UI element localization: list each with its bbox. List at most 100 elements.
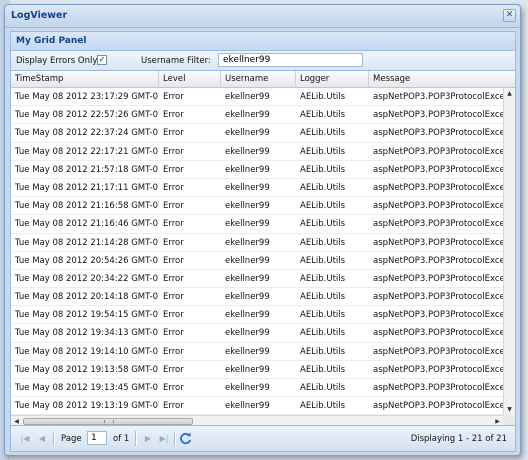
cell-username: ekellner99 bbox=[225, 383, 270, 393]
cell-level: Error bbox=[163, 128, 184, 139]
column-header-username[interactable]: Username bbox=[221, 71, 296, 87]
cell-username: ekellner99 bbox=[225, 310, 270, 321]
table-row[interactable]: Tue May 08 2012 19:14:10 GMT-07... Error e… bbox=[11, 343, 503, 361]
errors-only-checkbox[interactable]: ✓ bbox=[97, 55, 107, 65]
cell-timestamp: Tue May 08 2012 23:17:29 GMT-07... bbox=[15, 92, 159, 102]
close-icon[interactable]: ✕ bbox=[503, 9, 516, 22]
cell-username: ekellner99 bbox=[225, 128, 270, 139]
table-row[interactable]: Tue May 08 2012 21:57:18 GMT-07... Error e… bbox=[11, 161, 503, 179]
cell-logger: AELib.Utils bbox=[300, 146, 346, 157]
scroll-down-icon[interactable]: ▼ bbox=[504, 404, 515, 415]
cell-message: aspNetPOP3.POP3ProtocolExceptio bbox=[373, 364, 503, 375]
cell-timestamp: Tue May 08 2012 22:57:26 GMT-07... bbox=[15, 110, 159, 121]
vertical-scrollbar[interactable]: ▲ ▼ bbox=[503, 88, 515, 415]
pager-separator bbox=[135, 431, 137, 446]
cell-message: aspNetPOP3.POP3ProtocolExceptio bbox=[373, 219, 503, 230]
cell-level: Error bbox=[163, 401, 184, 412]
cell-timestamp: Tue May 08 2012 19:34:13 GMT-07... bbox=[15, 328, 159, 339]
cell-level: Error bbox=[163, 146, 184, 157]
prev-page-icon[interactable]: ◀ bbox=[36, 433, 48, 444]
logviewer-window: LogViewer ✕ My Grid Panel Display Errors… bbox=[4, 4, 521, 456]
cell-username: ekellner99 bbox=[225, 346, 270, 357]
cell-level: Error bbox=[163, 92, 184, 102]
table-row[interactable]: Tue May 08 2012 21:16:46 GMT-07... Error e… bbox=[11, 215, 503, 234]
cell-message: aspNetPOP3.POP3ProtocolExceptio bbox=[373, 92, 503, 102]
cell-message: aspNetPOP3.POP3ProtocolExceptio bbox=[373, 182, 503, 193]
cell-username: ekellner99 bbox=[225, 92, 270, 102]
cell-logger: AELib.Utils bbox=[300, 219, 346, 230]
cell-username: ekellner99 bbox=[225, 164, 270, 175]
table-row[interactable]: Tue May 08 2012 20:54:26 GMT-07... Error e… bbox=[11, 252, 503, 270]
cell-timestamp: Tue May 08 2012 21:16:46 GMT-07... bbox=[15, 219, 159, 230]
cell-username: ekellner99 bbox=[225, 292, 270, 303]
cell-level: Error bbox=[163, 237, 184, 248]
table-row[interactable]: Tue May 08 2012 22:37:24 GMT-07... Error e… bbox=[11, 124, 503, 143]
page-count-label: of 1 bbox=[113, 434, 130, 444]
table-row[interactable]: Tue May 08 2012 19:54:15 GMT-07... Error e… bbox=[11, 306, 503, 325]
cell-message: aspNetPOP3.POP3ProtocolExceptio bbox=[373, 401, 503, 412]
cell-logger: AELib.Utils bbox=[300, 110, 346, 121]
table-row[interactable]: Tue May 08 2012 23:17:29 GMT-07... Error e… bbox=[11, 88, 503, 107]
cell-message: aspNetPOP3.POP3ProtocolExceptio bbox=[373, 255, 503, 266]
table-row[interactable]: Tue May 08 2012 21:17:11 GMT-07... Error e… bbox=[11, 179, 503, 198]
cell-username: ekellner99 bbox=[225, 328, 270, 339]
cell-username: ekellner99 bbox=[225, 146, 270, 157]
cell-username: ekellner99 bbox=[225, 110, 270, 121]
horizontal-scroll-thumb[interactable] bbox=[23, 418, 193, 425]
column-header-level[interactable]: Level bbox=[159, 71, 221, 87]
cell-level: Error bbox=[163, 219, 184, 230]
table-row[interactable]: Tue May 08 2012 19:13:19 GMT-07... Error e… bbox=[11, 397, 503, 415]
first-page-icon[interactable]: |◀ bbox=[19, 433, 31, 444]
table-row[interactable]: Tue May 08 2012 19:13:58 GMT-07... Error e… bbox=[11, 361, 503, 379]
log-grid: TimeStamp Level Username Logger Message … bbox=[11, 71, 515, 427]
cell-message: aspNetPOP3.POP3ProtocolExceptio bbox=[373, 328, 503, 339]
cell-level: Error bbox=[163, 182, 184, 193]
cell-level: Error bbox=[163, 292, 184, 303]
table-row[interactable]: Tue May 08 2012 20:34:22 GMT-07... Error e… bbox=[11, 270, 503, 289]
cell-level: Error bbox=[163, 346, 184, 357]
column-header-logger[interactable]: Logger bbox=[296, 71, 369, 87]
cell-logger: AELib.Utils bbox=[300, 273, 346, 284]
refresh-icon[interactable] bbox=[178, 431, 193, 446]
cell-message: aspNetPOP3.POP3ProtocolExceptio bbox=[373, 383, 503, 393]
cell-timestamp: Tue May 08 2012 20:54:26 GMT-07... bbox=[15, 255, 159, 266]
cell-timestamp: Tue May 08 2012 19:13:19 GMT-07... bbox=[15, 401, 159, 412]
table-row[interactable]: Tue May 08 2012 21:16:58 GMT-07... Error e… bbox=[11, 197, 503, 216]
username-filter-input[interactable] bbox=[218, 53, 363, 67]
cell-timestamp: Tue May 08 2012 21:16:58 GMT-07... bbox=[15, 201, 159, 212]
scroll-up-icon[interactable]: ▲ bbox=[504, 88, 515, 99]
cell-message: aspNetPOP3.POP3ProtocolExceptio bbox=[373, 237, 503, 248]
cell-username: ekellner99 bbox=[225, 237, 270, 248]
cell-message: aspNetPOP3.POP3ProtocolExceptio bbox=[373, 273, 503, 284]
cell-message: aspNetPOP3.POP3ProtocolExceptio bbox=[373, 146, 503, 157]
cell-level: Error bbox=[163, 201, 184, 212]
table-row[interactable]: Tue May 08 2012 19:13:45 GMT-07... Error e… bbox=[11, 379, 503, 398]
cell-logger: AELib.Utils bbox=[300, 182, 346, 193]
cell-message: aspNetPOP3.POP3ProtocolExceptio bbox=[373, 346, 503, 357]
cell-timestamp: Tue May 08 2012 21:57:18 GMT-07... bbox=[15, 164, 159, 175]
page-number-input[interactable] bbox=[87, 431, 107, 445]
table-row[interactable]: Tue May 08 2012 21:14:28 GMT-07... Error e… bbox=[11, 234, 503, 252]
cell-logger: AELib.Utils bbox=[300, 164, 346, 175]
cell-logger: AELib.Utils bbox=[300, 364, 346, 375]
cell-level: Error bbox=[163, 110, 184, 121]
column-header-timestamp[interactable]: TimeStamp bbox=[11, 71, 159, 87]
cell-logger: AELib.Utils bbox=[300, 346, 346, 357]
window-header[interactable]: LogViewer ✕ bbox=[5, 5, 520, 28]
cell-logger: AELib.Utils bbox=[300, 328, 346, 339]
cell-username: ekellner99 bbox=[225, 201, 270, 212]
table-row[interactable]: Tue May 08 2012 20:14:18 GMT-07... Error e… bbox=[11, 288, 503, 307]
next-page-icon[interactable]: ▶ bbox=[142, 433, 154, 444]
cell-level: Error bbox=[163, 310, 184, 321]
cell-username: ekellner99 bbox=[225, 364, 270, 375]
table-row[interactable]: Tue May 08 2012 19:34:13 GMT-07... Error e… bbox=[11, 324, 503, 343]
column-header-message[interactable]: Message bbox=[369, 71, 515, 87]
last-page-icon[interactable]: ▶| bbox=[158, 433, 170, 444]
table-row[interactable]: Tue May 08 2012 22:57:26 GMT-07... Error e… bbox=[11, 106, 503, 125]
paging-display-text: Displaying 1 - 21 of 21 bbox=[410, 434, 507, 444]
table-row[interactable]: Tue May 08 2012 22:17:21 GMT-07... Error e… bbox=[11, 143, 503, 161]
cell-timestamp: Tue May 08 2012 22:17:21 GMT-07... bbox=[15, 146, 159, 157]
window-title: LogViewer bbox=[11, 10, 68, 21]
cell-level: Error bbox=[163, 255, 184, 266]
pager-separator bbox=[53, 431, 55, 446]
